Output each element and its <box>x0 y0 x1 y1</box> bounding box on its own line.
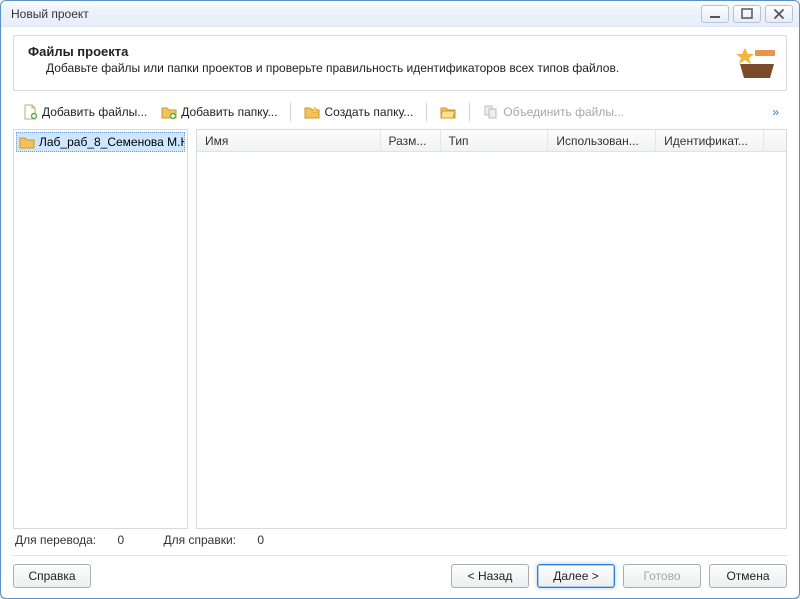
add-files-label: Добавить файлы... <box>42 105 147 119</box>
col-id[interactable]: Идентификат... <box>656 130 764 151</box>
tree-item[interactable]: Лаб_раб_8_Семенова М.Ю. <box>16 132 185 152</box>
create-folder-label: Создать папку... <box>324 105 413 119</box>
add-files-button[interactable]: Добавить файлы... <box>17 101 152 123</box>
folder-new-icon <box>304 104 320 120</box>
toolbar: Добавить файлы... Добавить папку... Созд… <box>13 97 787 129</box>
open-folder-button[interactable] <box>435 101 461 123</box>
maximize-icon <box>739 6 755 22</box>
window-title: Новый проект <box>11 7 89 21</box>
folder-add-icon <box>161 104 177 120</box>
create-folder-button[interactable]: Создать папку... <box>299 101 418 123</box>
col-name[interactable]: Имя <box>197 130 381 151</box>
file-add-icon <box>22 104 38 120</box>
toolbar-separator <box>426 103 427 121</box>
table-header: Имя Разм... Тип Использован... Идентифик… <box>197 130 786 152</box>
titlebar: Новый проект <box>1 1 799 27</box>
tree-panel[interactable]: Лаб_раб_8_Семенова М.Ю. <box>13 129 188 529</box>
translate-count: 0 <box>117 533 124 547</box>
toolbar-expand-button[interactable]: » <box>768 105 783 119</box>
finish-button[interactable]: Готово <box>623 564 701 588</box>
footer-separator <box>13 555 787 556</box>
table-body[interactable] <box>197 152 786 528</box>
add-folder-label: Добавить папку... <box>181 105 277 119</box>
minimize-button[interactable] <box>701 5 729 23</box>
maximize-button[interactable] <box>733 5 761 23</box>
add-folder-button[interactable]: Добавить папку... <box>156 101 282 123</box>
translate-label: Для перевода: <box>15 533 96 547</box>
help-button[interactable]: Справка <box>13 564 91 588</box>
back-button[interactable]: < Назад <box>451 564 529 588</box>
header-panel: Файлы проекта Добавьте файлы или папки п… <box>13 35 787 91</box>
file-area: Лаб_раб_8_Семенова М.Ю. Имя Разм... Тип … <box>13 129 787 529</box>
toolbar-separator <box>469 103 470 121</box>
table-panel: Имя Разм... Тип Использован... Идентифик… <box>196 129 787 529</box>
folder-open-icon <box>440 104 456 120</box>
status-line: Для перевода: 0 Для справки: 0 <box>13 529 787 547</box>
page-description: Добавьте файлы или папки проектов и пров… <box>46 61 772 75</box>
reference-label: Для справки: <box>164 533 236 547</box>
tree-item-label: Лаб_раб_8_Семенова М.Ю. <box>39 135 185 149</box>
page-title: Файлы проекта <box>28 44 772 59</box>
toolbar-separator <box>290 103 291 121</box>
merge-files-icon <box>483 104 499 120</box>
merge-files-button: Объединить файлы... <box>478 101 629 123</box>
content: Файлы проекта Добавьте файлы или папки п… <box>1 27 799 598</box>
close-button[interactable] <box>765 5 793 23</box>
dialog-window: Новый проект Файлы проекта Добавьте файл… <box>0 0 800 599</box>
col-used[interactable]: Использован... <box>548 130 656 151</box>
col-tail <box>764 130 786 151</box>
close-icon <box>771 6 787 22</box>
footer: Справка < Назад Далее > Готово Отмена <box>13 564 787 588</box>
col-size[interactable]: Разм... <box>381 130 441 151</box>
project-wizard-icon <box>736 42 778 80</box>
folder-icon <box>19 134 35 150</box>
reference-count: 0 <box>257 533 264 547</box>
cancel-button[interactable]: Отмена <box>709 564 787 588</box>
merge-files-label: Объединить файлы... <box>503 105 624 119</box>
next-button[interactable]: Далее > <box>537 564 615 588</box>
col-type[interactable]: Тип <box>441 130 549 151</box>
minimize-icon <box>707 6 723 22</box>
